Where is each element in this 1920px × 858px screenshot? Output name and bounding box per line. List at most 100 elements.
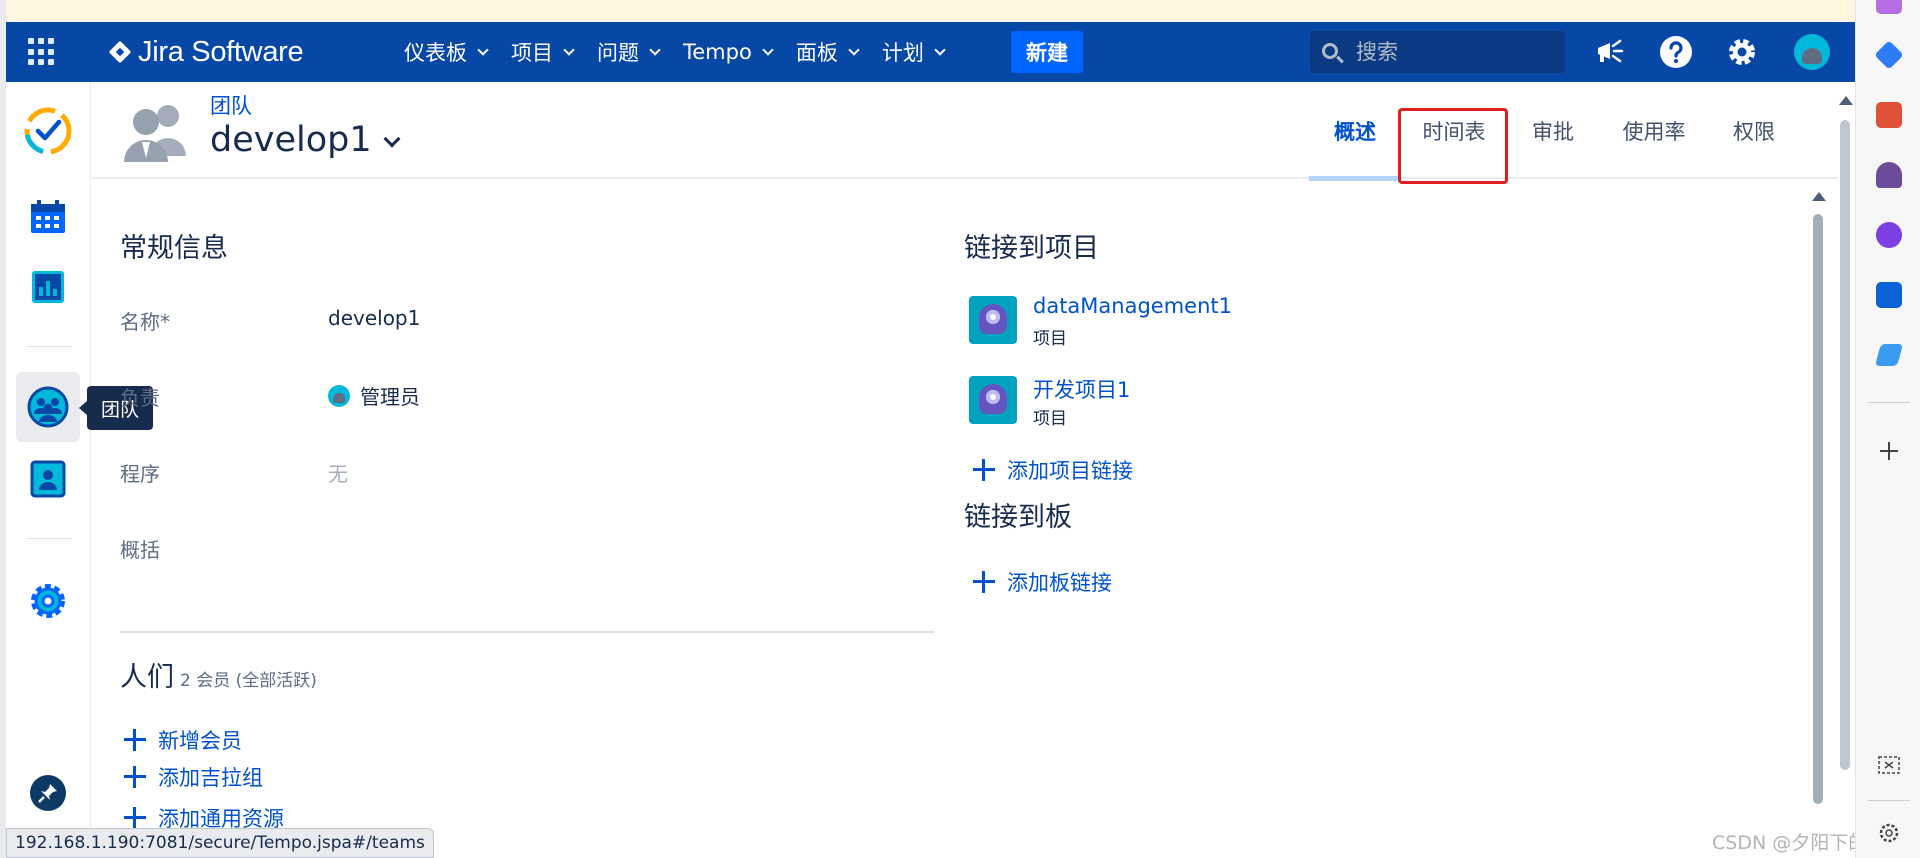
gear-icon[interactable] [16, 566, 80, 636]
menu-projects[interactable]: 项目 [511, 37, 575, 67]
people-title: 人们 2 会员 (全部活跃) [120, 655, 317, 694]
project-type: 项目 [1033, 409, 1067, 429]
menu-label: 仪表板 [404, 41, 467, 65]
office-icon[interactable] [1876, 222, 1902, 248]
help-icon[interactable] [1658, 34, 1694, 70]
page: Jira Software 仪表板 项目 问题 Tempo 面板 计划 新建 搜… [0, 0, 1920, 858]
people-heading: 人们 [120, 662, 174, 693]
linked-boards-title: 链接到板 [964, 502, 1072, 533]
search-input[interactable] [1356, 31, 1556, 73]
general-info-title: 常规信息 [120, 233, 228, 264]
list-item: 开发项目1 项目 [969, 376, 1369, 436]
menu-tempo[interactable]: Tempo [683, 40, 774, 64]
outlook-icon[interactable] [1876, 282, 1902, 308]
main-menu: 仪表板 项目 问题 Tempo 面板 计划 [404, 30, 968, 74]
tempo-logo-icon[interactable] [16, 96, 80, 166]
plus-icon [973, 459, 995, 481]
menu-label: 计划 [881, 41, 924, 65]
content-scrollbar[interactable] [1811, 192, 1826, 804]
field-label-lead: 负责 [120, 386, 160, 410]
menu-label: Tempo [683, 40, 752, 64]
jira-logo[interactable]: Jira Software [108, 34, 304, 70]
screenshot-icon[interactable] [1876, 752, 1902, 778]
tag-icon[interactable] [1874, 40, 1904, 70]
panel-divider [1868, 800, 1910, 801]
menu-issues[interactable]: 问题 [597, 37, 661, 67]
create-button[interactable]: 新建 [1011, 31, 1083, 73]
project-link[interactable]: 开发项目1 [1033, 374, 1130, 404]
apps-grid-icon[interactable] [28, 38, 56, 66]
copilot-icon[interactable] [1876, 0, 1902, 14]
status-url-bar: 192.168.1.190:7081/secure/Tempo.jspa#/te… [6, 828, 434, 858]
team-avatar-icon [124, 105, 186, 162]
menu-label: 问题 [597, 41, 639, 65]
field-value-lead[interactable]: 管理员 [328, 381, 420, 410]
project-avatar [969, 376, 1017, 424]
tab-overview[interactable]: 概述 [1309, 82, 1401, 181]
megaphone-icon[interactable] [1592, 34, 1628, 70]
plus-icon [124, 729, 146, 751]
team-header: 团队 develop1 概述 时间表 审批 使用率 权限 [92, 82, 1838, 181]
menu-boards[interactable]: 面板 [795, 37, 860, 67]
plus-icon [973, 571, 995, 593]
lead-name: 管理员 [360, 385, 420, 409]
tab-approvals[interactable]: 审批 [1507, 82, 1599, 179]
field-value-program[interactable]: 无 [328, 458, 348, 487]
page-scrollbar[interactable] [1838, 96, 1853, 776]
games-icon[interactable] [1876, 162, 1902, 188]
chevron-down-icon [848, 43, 860, 56]
user-avatar[interactable] [1794, 34, 1830, 70]
add-jira-group-label: 添加吉拉组 [158, 766, 263, 790]
reports-chart-icon[interactable] [16, 252, 80, 322]
project-link[interactable]: dataManagement1 [1033, 294, 1232, 318]
tab-permissions[interactable]: 权限 [1709, 82, 1799, 179]
tempo-sidebar [6, 82, 91, 858]
divider [120, 631, 934, 633]
plus-icon [124, 766, 146, 788]
highlight-annotation [1398, 108, 1508, 184]
chevron-down-icon [649, 43, 661, 56]
user-card-icon[interactable] [16, 444, 80, 514]
pin-icon[interactable] [16, 758, 80, 828]
info-banner [0, 0, 1855, 22]
send-icon[interactable] [1874, 343, 1904, 367]
list-item: dataManagement1 项目 [969, 294, 1369, 356]
chevron-down-icon [383, 130, 401, 148]
page-title: develop1 [210, 120, 372, 160]
breadcrumb[interactable]: 团队 [210, 90, 252, 120]
chevron-down-icon [934, 43, 946, 56]
toolbox-icon[interactable] [1876, 102, 1902, 128]
add-member-label: 新增会员 [158, 729, 242, 753]
chevron-down-icon [477, 43, 489, 56]
settings-gear-icon[interactable] [1724, 34, 1760, 70]
team-name-dropdown[interactable]: develop1 [210, 120, 401, 160]
search-box[interactable] [1310, 31, 1565, 73]
add-project-link-label: 添加项目链接 [1007, 459, 1133, 483]
top-navigation: Jira Software 仪表板 项目 问题 Tempo 面板 计划 新建 [6, 22, 1855, 82]
member-count: 2 会员 (全部活跃) [180, 671, 317, 691]
calendar-icon[interactable] [16, 182, 80, 252]
project-avatar [969, 296, 1017, 344]
avatar [328, 385, 350, 407]
team-tabs: 概述 时间表 审批 使用率 权限 [1309, 82, 1799, 181]
settings-icon[interactable] [1876, 820, 1902, 846]
logo-text: Jira Software [138, 35, 304, 68]
menu-plans[interactable]: 计划 [881, 37, 946, 67]
menu-label: 面板 [795, 41, 838, 65]
field-label-name: 名称* [120, 310, 170, 334]
add-icon[interactable] [1876, 438, 1902, 464]
menu-dashboards[interactable]: 仪表板 [404, 37, 489, 67]
add-jira-group-button[interactable]: 添加吉拉组 [124, 762, 263, 792]
teams-icon[interactable] [16, 372, 80, 442]
menu-label: 项目 [511, 41, 553, 65]
field-value-name[interactable]: develop1 [328, 306, 420, 330]
add-project-link-button[interactable]: 添加项目链接 [973, 455, 1133, 485]
add-board-link-button[interactable]: 添加板链接 [973, 567, 1112, 597]
sidebar-divider [26, 538, 72, 539]
chevron-down-icon [563, 43, 575, 56]
field-label-summary: 概括 [120, 538, 160, 562]
project-type: 项目 [1033, 329, 1067, 349]
jira-logo-icon [108, 40, 132, 64]
add-member-button[interactable]: 新增会员 [124, 725, 242, 755]
tab-utilization[interactable]: 使用率 [1599, 82, 1709, 179]
